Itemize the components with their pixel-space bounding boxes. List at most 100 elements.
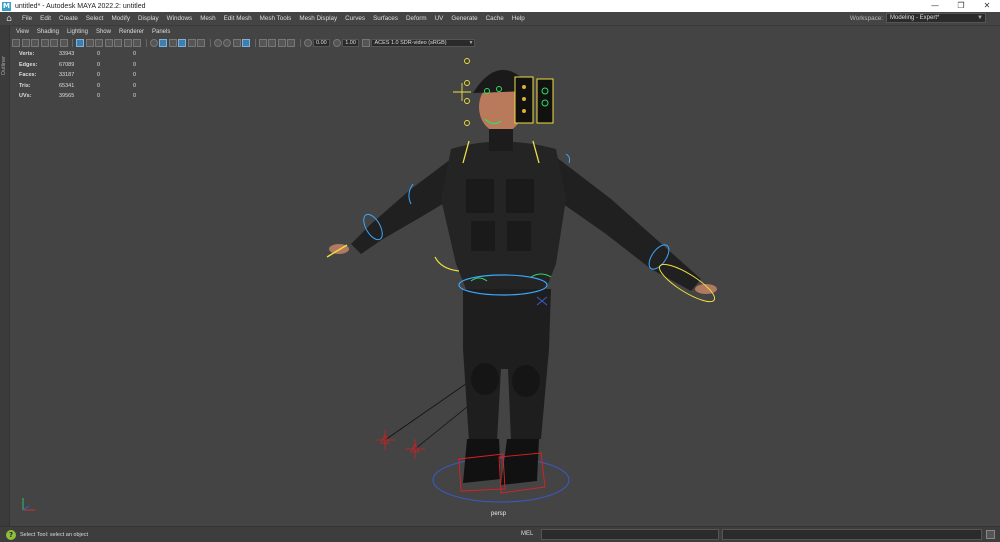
menu-windows[interactable]: Windows xyxy=(163,12,197,26)
panel-menu-shading[interactable]: Shading xyxy=(33,29,63,35)
xray-joints-icon[interactable] xyxy=(277,38,286,47)
exposure-field[interactable]: 0.00 xyxy=(313,38,330,47)
screen-space-ao-icon[interactable] xyxy=(213,38,222,47)
gate-mask-icon[interactable] xyxy=(104,38,113,47)
textured-icon[interactable] xyxy=(178,38,186,47)
character-legs xyxy=(463,289,551,441)
face-ctrl-circle[interactable] xyxy=(464,58,470,64)
pole-vector-line xyxy=(384,378,474,441)
panel-menu-lighting[interactable]: Lighting xyxy=(63,29,92,35)
maximize-button[interactable]: ❐ xyxy=(948,0,974,12)
boot-right xyxy=(501,439,539,485)
resolution-gate-icon[interactable] xyxy=(95,38,103,47)
face-ctrl-circle[interactable] xyxy=(464,120,470,126)
depth-of-field-icon[interactable] xyxy=(242,38,250,47)
select-tool-icon: ? xyxy=(6,529,16,540)
menu-mesh-tools[interactable]: Mesh Tools xyxy=(256,12,296,26)
view-transform-dropdown[interactable]: ACES 1.0 SDR-video (sRGB) ▼ xyxy=(371,38,476,47)
panel-menu-renderer[interactable]: Renderer xyxy=(115,29,148,35)
workspace-selector: Workspace: Modeling - Expert* ▼ xyxy=(850,13,986,23)
character-arm-left xyxy=(351,159,451,254)
vest-pocket xyxy=(471,221,495,251)
exposure-icon[interactable] xyxy=(303,38,312,47)
character-rig-scene[interactable] xyxy=(11,49,1000,525)
menu-cache[interactable]: Cache xyxy=(482,12,508,26)
knee-pad-right xyxy=(512,365,540,397)
menu-select[interactable]: Select xyxy=(82,12,108,26)
panel-menu-show[interactable]: Show xyxy=(92,29,115,35)
camera-name-label: persp xyxy=(491,511,507,517)
close-button[interactable]: ✕ xyxy=(974,0,1000,12)
multisample-aa-icon[interactable] xyxy=(232,38,241,47)
outliner-tab-label[interactable]: Outliner xyxy=(1,56,7,75)
pole-vector-right[interactable] xyxy=(405,439,425,459)
motion-blur-icon[interactable] xyxy=(223,38,231,47)
panel-menu-view[interactable]: View xyxy=(12,29,33,35)
face-control-panel-right[interactable] xyxy=(536,78,554,124)
grid-icon[interactable] xyxy=(76,38,84,47)
xray-icon[interactable] xyxy=(268,38,276,47)
menu-mesh[interactable]: Mesh xyxy=(196,12,219,26)
menu-display[interactable]: Display xyxy=(134,12,163,26)
chevron-down-icon: ▼ xyxy=(977,15,983,21)
menu-help[interactable]: Help xyxy=(508,12,529,26)
workspace-dropdown[interactable]: Modeling - Expert* ▼ xyxy=(886,13,986,23)
menu-modify[interactable]: Modify xyxy=(107,12,134,26)
outliner-strip[interactable]: Outliner xyxy=(0,26,10,526)
isolate-select-icon[interactable] xyxy=(258,38,267,47)
face-move-control[interactable] xyxy=(453,83,471,101)
view-transform-value: ACES 1.0 SDR-video (sRGB) xyxy=(374,39,447,46)
axis-gizmo xyxy=(22,498,35,511)
gamma-field[interactable]: 1.00 xyxy=(342,38,359,47)
bookmark-icon[interactable] xyxy=(31,38,39,47)
chevron-down-icon: ▼ xyxy=(468,39,474,46)
color-management-icon[interactable] xyxy=(361,38,370,47)
face-ctrl-circle[interactable] xyxy=(464,98,470,104)
menu-uv[interactable]: UV xyxy=(431,12,448,26)
xray-active-icon[interactable] xyxy=(287,38,295,47)
menu-mesh-display[interactable]: Mesh Display xyxy=(295,12,341,26)
shoulder-control-right[interactable] xyxy=(565,153,571,164)
menu-deform[interactable]: Deform xyxy=(402,12,431,26)
face-ctrl-circle[interactable] xyxy=(464,80,470,86)
face-ctrl-dot[interactable] xyxy=(522,85,526,89)
image-plane-icon[interactable] xyxy=(40,38,49,47)
perspective-viewport[interactable]: Verts: 33943 0 0 Edges: 67089 0 0 Faces:… xyxy=(11,49,1000,525)
use-all-lights-icon[interactable] xyxy=(187,38,196,47)
camera-attributes-icon[interactable] xyxy=(21,38,30,47)
shadows-icon[interactable] xyxy=(197,38,205,47)
minimize-button[interactable]: — xyxy=(922,0,948,12)
smooth-shade-icon[interactable] xyxy=(159,38,167,47)
root-controller-circle[interactable] xyxy=(432,457,570,503)
vest-pocket xyxy=(507,221,531,251)
help-line: ? Select Tool: select an object MEL xyxy=(0,526,1000,542)
home-icon[interactable]: ⌂ xyxy=(3,14,15,24)
menu-generate[interactable]: Generate xyxy=(447,12,481,26)
face-ctrl-dot[interactable] xyxy=(522,109,526,113)
menu-edit[interactable]: Edit xyxy=(36,12,55,26)
grease-pencil-icon[interactable] xyxy=(59,38,68,47)
field-chart-icon[interactable] xyxy=(114,38,122,47)
menu-edit-mesh[interactable]: Edit Mesh xyxy=(220,12,256,26)
safe-action-icon[interactable] xyxy=(123,38,132,47)
2d-pan-zoom-icon[interactable] xyxy=(50,38,58,47)
menu-file[interactable]: File xyxy=(18,12,36,26)
workspace-label: Workspace: xyxy=(849,14,883,22)
menu-curves[interactable]: Curves xyxy=(341,12,369,26)
face-ctrl-dot[interactable] xyxy=(522,97,526,101)
mel-language-toggle[interactable]: MEL xyxy=(521,531,533,537)
gamma-icon[interactable] xyxy=(332,38,341,47)
wireframe-icon[interactable] xyxy=(149,38,158,47)
command-line-input[interactable] xyxy=(541,529,719,540)
panel-menu-panels[interactable]: Panels xyxy=(148,29,174,35)
film-gate-icon[interactable] xyxy=(85,38,94,47)
pole-vector-left[interactable] xyxy=(375,430,395,450)
safe-title-icon[interactable] xyxy=(133,38,141,47)
select-camera-icon[interactable] xyxy=(12,38,20,47)
wireframe-on-shaded-icon[interactable] xyxy=(168,38,177,47)
menu-surfaces[interactable]: Surfaces xyxy=(369,12,402,26)
script-editor-icon[interactable] xyxy=(986,530,995,539)
menu-create[interactable]: Create xyxy=(55,12,82,26)
character-arm-right xyxy=(556,157,701,291)
maya-app-icon: M xyxy=(2,1,11,11)
